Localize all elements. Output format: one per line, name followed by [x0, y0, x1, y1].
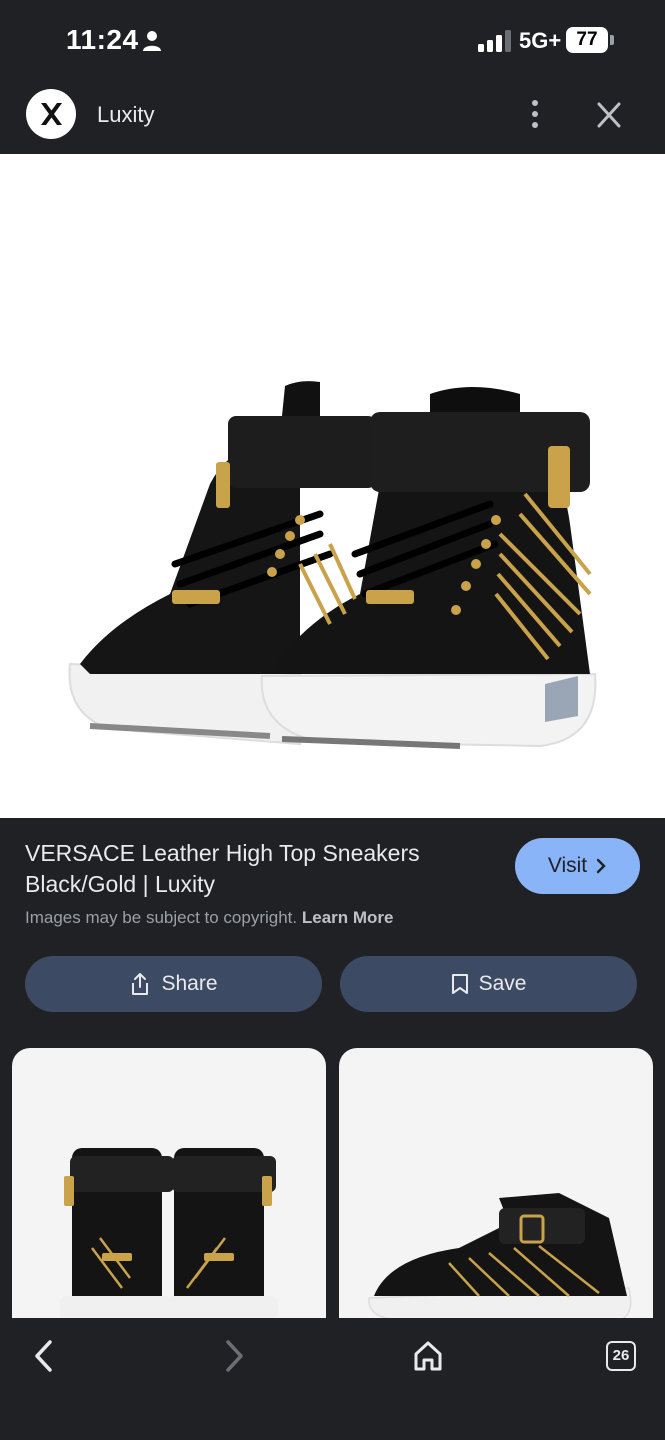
result-info: VERSACE Leather High Top Sneakers Black/…	[0, 818, 665, 1048]
signal-icon	[478, 30, 511, 52]
home-icon	[414, 1341, 442, 1371]
network-type: 5G+	[519, 28, 562, 53]
chevron-left-icon	[35, 1340, 52, 1372]
save-button[interactable]: Save	[340, 956, 637, 1012]
sneakers-back-image	[60, 1148, 278, 1320]
person-icon	[143, 31, 161, 51]
status-bar: 11:24 5G+ 77	[0, 0, 665, 82]
copyright-text: Images may be subject to copyright.	[25, 908, 298, 927]
battery-level: 77	[566, 27, 608, 53]
visit-button[interactable]: Visit	[515, 838, 640, 894]
result-title[interactable]: VERSACE Leather High Top Sneakers Black/…	[25, 838, 495, 900]
battery-tip	[610, 35, 614, 45]
close-icon[interactable]	[592, 100, 626, 130]
more-vert-icon[interactable]	[520, 96, 550, 132]
chevron-right-icon	[226, 1340, 243, 1372]
site-header: Luxity	[0, 82, 665, 154]
related-images-grid	[0, 1048, 665, 1320]
bookmark-icon	[451, 974, 468, 994]
luxity-logo-icon	[41, 103, 62, 125]
site-name[interactable]: Luxity	[97, 102, 154, 128]
back-button[interactable]	[20, 1332, 68, 1380]
chevron-right-icon	[596, 858, 606, 874]
related-image-card[interactable]	[12, 1048, 326, 1320]
home-button[interactable]	[404, 1332, 452, 1380]
status-time: 11:24	[66, 24, 139, 55]
related-image-card[interactable]	[339, 1048, 653, 1320]
forward-button[interactable]	[210, 1332, 258, 1380]
save-label: Save	[478, 972, 527, 995]
product-image[interactable]	[0, 154, 665, 818]
share-button[interactable]: Share	[25, 956, 322, 1012]
sneakers-image	[68, 381, 597, 749]
tabs-button[interactable]: 26	[597, 1332, 645, 1380]
learn-more-link[interactable]: Learn More	[302, 908, 394, 927]
bottom-navigation: 26	[0, 1318, 665, 1440]
sneaker-side-image	[368, 1193, 632, 1320]
visit-label: Visit	[547, 854, 588, 877]
copyright-notice: Images may be subject to copyright. Lear…	[25, 908, 394, 928]
share-icon	[132, 973, 149, 995]
tabs-count: 26	[606, 1341, 636, 1371]
share-label: Share	[161, 972, 218, 995]
site-logo[interactable]	[26, 89, 76, 139]
